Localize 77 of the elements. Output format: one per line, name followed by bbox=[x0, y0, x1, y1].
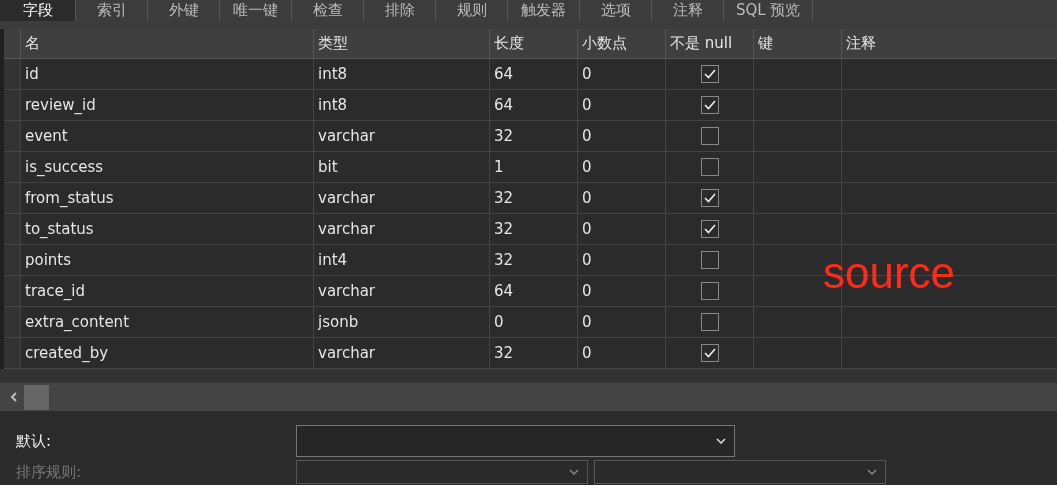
table-cell: 0 bbox=[577, 183, 665, 213]
dropdown[interactable] bbox=[594, 460, 886, 484]
tab[interactable]: 字段 bbox=[0, 0, 76, 21]
column-header[interactable]: 注释 bbox=[841, 29, 1057, 58]
field-label: 排序规则: bbox=[16, 461, 83, 483]
table-cell: review_id bbox=[20, 90, 313, 120]
table-cell: to_status bbox=[20, 214, 313, 244]
dropdown[interactable] bbox=[296, 460, 588, 484]
table-cell: varchar bbox=[313, 338, 489, 368]
table-cell: varchar bbox=[313, 214, 489, 244]
column-header[interactable]: 名 bbox=[20, 29, 313, 58]
chevron-down-icon bbox=[569, 469, 579, 475]
table-cell: 0 bbox=[577, 338, 665, 368]
table-cell: points bbox=[20, 245, 313, 275]
field-label: 默认: bbox=[16, 430, 53, 452]
table-cell: 64 bbox=[489, 59, 577, 89]
table-cell: 64 bbox=[489, 90, 577, 120]
table-cell: event bbox=[20, 121, 313, 151]
column-header[interactable]: 类型 bbox=[313, 29, 489, 58]
dropdown[interactable] bbox=[296, 425, 735, 457]
table-cell: int8 bbox=[313, 59, 489, 89]
table-cell: 1 bbox=[489, 152, 577, 182]
checkbox[interactable] bbox=[700, 65, 719, 83]
table-cell: 32 bbox=[489, 183, 577, 213]
table-cell: 32 bbox=[489, 214, 577, 244]
horizontal-scrollbar[interactable] bbox=[0, 383, 1057, 411]
checkbox[interactable] bbox=[700, 251, 719, 269]
checkbox[interactable] bbox=[700, 189, 719, 207]
checkbox[interactable] bbox=[700, 127, 719, 145]
column-header[interactable]: 长度 bbox=[489, 29, 577, 58]
table-cell: 32 bbox=[489, 245, 577, 275]
table-cell: 0 bbox=[577, 245, 665, 275]
table-cell: 0 bbox=[577, 307, 665, 337]
table-cell: varchar bbox=[313, 276, 489, 306]
checkbox[interactable] bbox=[700, 313, 719, 331]
table-cell: is_success bbox=[20, 152, 313, 182]
table-cell: varchar bbox=[313, 121, 489, 151]
checkbox[interactable] bbox=[700, 282, 719, 300]
table-row[interactable]: review_id int8 64 0 bbox=[4, 90, 1057, 121]
chevron-down-icon bbox=[716, 438, 726, 444]
table-cell: 0 bbox=[489, 307, 577, 337]
table-cell: 0 bbox=[577, 276, 665, 306]
table-cell: from_status bbox=[20, 183, 313, 213]
table-row[interactable]: to_status varchar 32 0 bbox=[4, 214, 1057, 245]
table-cell: created_by bbox=[20, 338, 313, 368]
table-cell: 32 bbox=[489, 121, 577, 151]
table-row[interactable]: id int8 64 0 bbox=[4, 59, 1057, 90]
checkbox[interactable] bbox=[700, 220, 719, 238]
column-header[interactable]: 小数点 bbox=[577, 29, 665, 58]
table-row[interactable]: is_success bit 1 0 bbox=[4, 152, 1057, 183]
table-cell: 32 bbox=[489, 338, 577, 368]
column-header[interactable]: 键 bbox=[753, 29, 841, 58]
scrollbar-thumb[interactable] bbox=[24, 384, 49, 410]
table-cell: 0 bbox=[577, 90, 665, 120]
table-cell: 64 bbox=[489, 276, 577, 306]
table-cell: int4 bbox=[313, 245, 489, 275]
chevron-down-icon bbox=[867, 469, 877, 475]
table-cell: varchar bbox=[313, 183, 489, 213]
table-row[interactable]: from_status varchar 32 0 bbox=[4, 183, 1057, 214]
table-row[interactable]: event varchar 32 0 bbox=[4, 121, 1057, 152]
table-row[interactable]: created_by varchar 32 0 bbox=[4, 338, 1057, 369]
table-cell: 0 bbox=[577, 59, 665, 89]
checkbox[interactable] bbox=[700, 96, 719, 114]
chevron-left-icon bbox=[10, 392, 18, 402]
table-cell: 0 bbox=[577, 214, 665, 244]
checkbox[interactable] bbox=[700, 158, 719, 176]
table-cell: 0 bbox=[577, 152, 665, 182]
table-cell: extra_content bbox=[20, 307, 313, 337]
table-row[interactable]: extra_content jsonb 0 0 bbox=[4, 307, 1057, 338]
table-cell: id bbox=[20, 59, 313, 89]
table-cell: 0 bbox=[577, 121, 665, 151]
column-header[interactable]: 不是 null bbox=[665, 29, 753, 58]
table-cell: bit bbox=[313, 152, 489, 182]
table-cell: int8 bbox=[313, 90, 489, 120]
checkbox[interactable] bbox=[700, 344, 719, 362]
table-cell: jsonb bbox=[313, 307, 489, 337]
table-cell: trace_id bbox=[20, 276, 313, 306]
